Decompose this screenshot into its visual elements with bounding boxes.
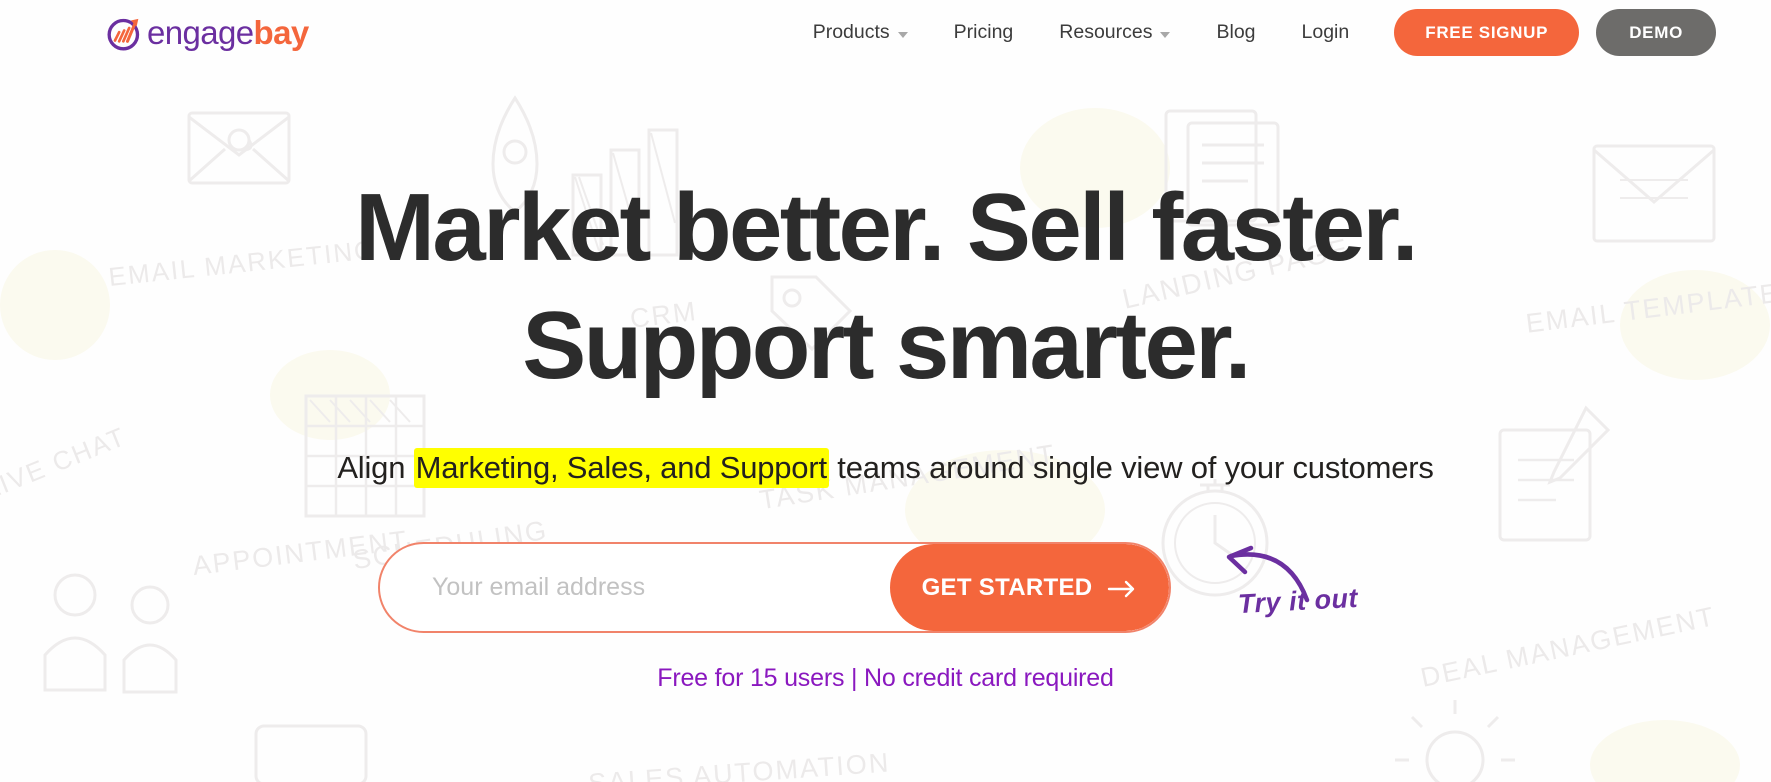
- signup-form: GET STARTED Try it out: [378, 538, 1393, 638]
- bg-blob: [1590, 720, 1740, 782]
- bg-blob: [270, 350, 390, 440]
- bg-blob: [0, 250, 110, 360]
- logo-text-engage: engage: [147, 14, 254, 51]
- main-navigation: Products Pricing Resources Blog Login FR…: [790, 9, 1716, 56]
- nav-label: Blog: [1216, 21, 1256, 43]
- headline-line-1: Market better. Sell faster.: [355, 174, 1419, 281]
- bg-word: TASK MANAGEMENT: [757, 438, 1058, 516]
- try-it-annotation: Try it out: [1183, 538, 1393, 638]
- nav-item-blog[interactable]: Blog: [1193, 21, 1278, 44]
- bg-word: LIVE CHAT: [0, 420, 131, 506]
- rocket-icon: [491, 95, 539, 214]
- tag-icon: [770, 275, 853, 352]
- table-grid-icon: [304, 394, 426, 518]
- get-started-label: GET STARTED: [921, 573, 1093, 601]
- nav-label: Resources: [1059, 21, 1153, 43]
- landing-page: EMAIL MARKETING CRM LANDING PAGE EMAIL T…: [0, 0, 1771, 782]
- chevron-down-icon: [1160, 31, 1171, 38]
- site-header: engagebay Products Pricing Resources Blo…: [0, 0, 1771, 65]
- nav-item-pricing[interactable]: Pricing: [931, 21, 1037, 44]
- nav-item-products[interactable]: Products: [790, 21, 931, 44]
- bg-word: LANDING PAGE: [1119, 232, 1353, 315]
- nav-label: Pricing: [953, 21, 1014, 43]
- document-stack-icon: [1164, 109, 1280, 227]
- subtitle-highlight: Marketing, Sales, and Support: [413, 447, 829, 488]
- engagebay-chart-arrow-logo-icon: [107, 18, 140, 51]
- demo-button[interactable]: DEMO: [1596, 9, 1716, 56]
- logo[interactable]: engagebay: [105, 13, 309, 53]
- curved-arrow-left-icon: [1226, 545, 1310, 602]
- fineprint-text: Free for 15 users | No credit card requi…: [657, 663, 1114, 692]
- headline-line-2: Support smarter.: [522, 291, 1251, 399]
- signup-form-box: GET STARTED: [378, 542, 1171, 634]
- page-title: Market better. Sell faster. Support smar…: [355, 178, 1419, 399]
- bar-chart-icon: [571, 128, 679, 257]
- nav-item-resources[interactable]: Resources: [1036, 21, 1193, 44]
- nav-label: Products: [812, 21, 890, 43]
- background-doodle-layer: EMAIL MARKETING CRM LANDING PAGE EMAIL T…: [0, 0, 1771, 782]
- logo-text-bay: bay: [253, 14, 310, 51]
- hero-section: Market better. Sell faster. Support smar…: [0, 0, 1771, 782]
- people-group-icon: [43, 573, 178, 694]
- chat-bubble-icon: [254, 724, 368, 782]
- bg-blob: [1020, 108, 1170, 228]
- pen-document-icon: [1498, 405, 1611, 542]
- bg-blob: [1620, 270, 1770, 380]
- bg-word: EMAIL MARKETING: [107, 234, 378, 292]
- bg-word: CRM: [628, 296, 700, 335]
- logo-wordmark: engagebay: [147, 16, 309, 49]
- nav-item-login[interactable]: Login: [1279, 21, 1373, 44]
- arrow-right-icon: [1108, 580, 1135, 597]
- subtitle-suffix: teams around single view of your custome…: [828, 449, 1434, 485]
- get-started-button[interactable]: GET STARTED: [890, 544, 1169, 632]
- subtitle-prefix: Align: [337, 449, 414, 485]
- email-input[interactable]: [380, 544, 890, 632]
- nav-label: Login: [1301, 21, 1350, 43]
- free-signup-button[interactable]: FREE SIGNUP: [1394, 9, 1580, 56]
- bg-word: EMAIL TEMPLATES: [1524, 275, 1771, 339]
- try-it-text: Try it out: [1237, 582, 1359, 619]
- bg-word: SALES AUTOMATION: [587, 747, 892, 782]
- sun-icon: [1395, 700, 1515, 782]
- envelope-letter-icon: [1592, 144, 1716, 243]
- envelope-at-icon: [187, 111, 291, 185]
- bg-word: DEAL MANAGEMENT: [1418, 601, 1719, 693]
- hero-subtitle: Align Marketing, Sales, and Support team…: [337, 447, 1434, 488]
- chevron-down-icon: [897, 31, 908, 38]
